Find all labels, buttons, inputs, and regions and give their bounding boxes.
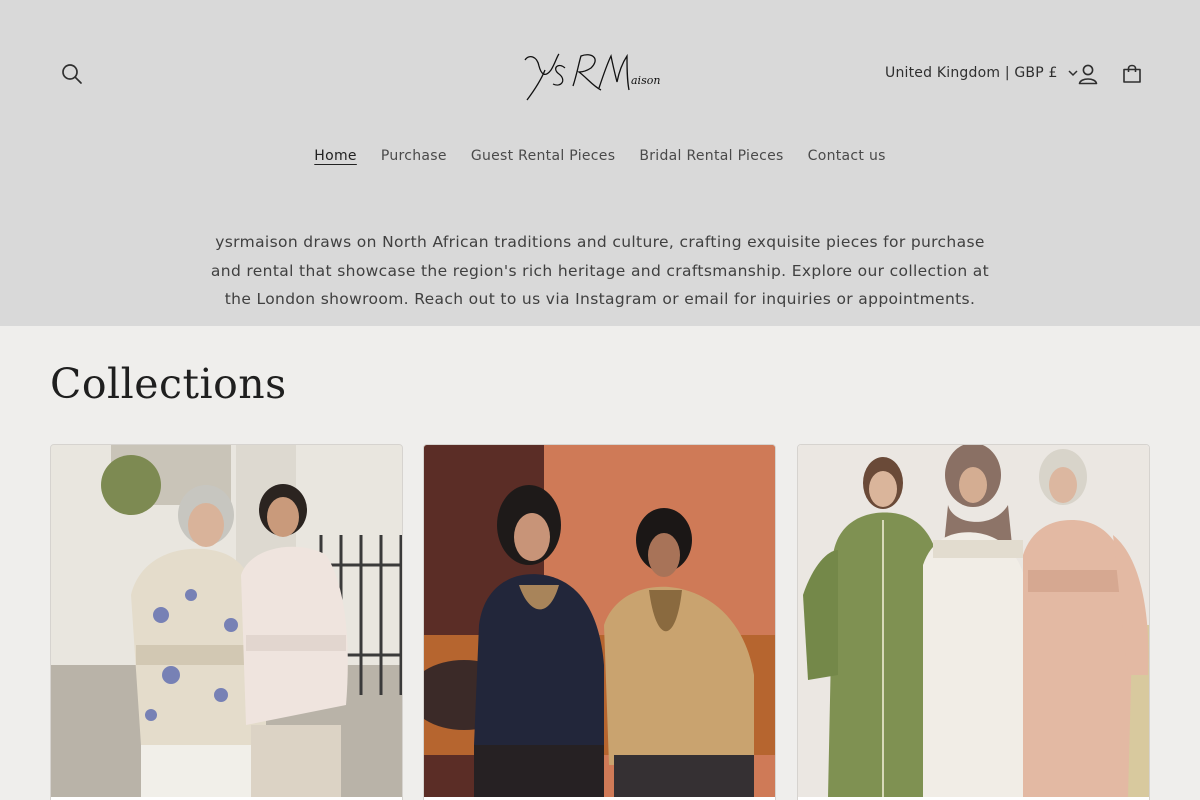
cart-icon <box>1121 63 1143 85</box>
main-nav: Home Purchase Guest Rental Pieces Bridal… <box>0 144 1200 168</box>
collections-heading: Collections <box>50 360 287 408</box>
collection-image-1 <box>51 445 402 797</box>
intro-text: ysrmaison draws on North African traditi… <box>210 233 990 308</box>
brand-logo-mark: aison <box>524 53 660 101</box>
locale-label: United Kingdom | GBP £ <box>885 65 1058 81</box>
collection-image-3 <box>798 445 1149 797</box>
brand-logo[interactable]: aison <box>515 44 665 106</box>
svg-text:aison: aison <box>631 74 660 87</box>
search-button[interactable] <box>52 54 92 94</box>
collection-image-2 <box>424 445 775 797</box>
collection-card-3[interactable] <box>797 444 1150 800</box>
collections-grid <box>50 444 1150 800</box>
search-icon <box>61 63 83 85</box>
nav-item-bridal-rental[interactable]: Bridal Rental Pieces <box>627 144 795 168</box>
nav-item-purchase[interactable]: Purchase <box>369 144 459 168</box>
cart-button[interactable] <box>1112 54 1152 94</box>
nav-item-guest-rental[interactable]: Guest Rental Pieces <box>459 144 628 168</box>
collection-card-1[interactable] <box>50 444 403 800</box>
account-button[interactable] <box>1068 54 1108 94</box>
account-icon <box>1077 63 1099 85</box>
site-header: aison United Kingdom | GBP £ Home Purcha… <box>0 0 1200 326</box>
nav-item-contact[interactable]: Contact us <box>796 144 898 168</box>
nav-item-home[interactable]: Home <box>302 144 369 168</box>
locale-selector[interactable]: United Kingdom | GBP £ <box>877 58 1086 88</box>
collection-card-2[interactable] <box>423 444 776 800</box>
